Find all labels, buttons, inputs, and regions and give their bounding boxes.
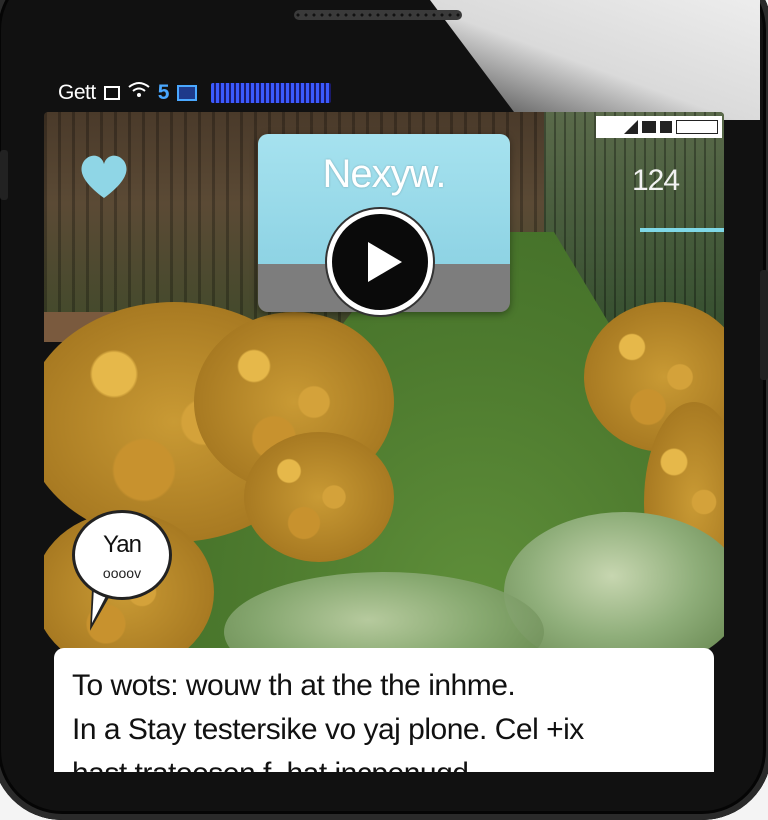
grid-icon bbox=[660, 121, 672, 133]
play-icon bbox=[368, 242, 402, 282]
network-indicator: 5 bbox=[157, 81, 170, 104]
message-line: hast tratoesen f. hat incpenuqd bbox=[72, 752, 696, 772]
battery-icon bbox=[676, 120, 718, 134]
video-title: Nexyw. bbox=[322, 152, 447, 196]
battery-icon bbox=[176, 85, 197, 101]
yellow-bush bbox=[244, 432, 394, 562]
speech-bubble[interactable]: Yan oooov bbox=[72, 510, 172, 600]
counter-label: 124 bbox=[632, 164, 680, 197]
power-button[interactable] bbox=[760, 270, 768, 380]
progress-line bbox=[640, 228, 724, 232]
speech-subtext: oooov bbox=[102, 565, 142, 581]
signal-strength-bars bbox=[210, 83, 331, 103]
message-card[interactable]: To wots: wouw th at the the inhme. In a … bbox=[54, 648, 714, 772]
speech-name: Yan bbox=[103, 531, 142, 558]
signal-icon bbox=[103, 86, 120, 100]
play-button[interactable] bbox=[332, 214, 428, 310]
screen-icon bbox=[642, 121, 656, 133]
speaker-grille bbox=[294, 10, 462, 20]
message-line: To wots: wouw th at the the inhme. bbox=[72, 669, 516, 702]
message-line: In a Stay testersike vo yaj plone. Cel +… bbox=[72, 713, 584, 746]
top-right-status bbox=[596, 116, 722, 138]
wifi-icon bbox=[128, 81, 150, 105]
status-bar: Gett 5 bbox=[58, 78, 408, 108]
signal-icon bbox=[624, 120, 638, 134]
volume-button[interactable] bbox=[0, 150, 8, 200]
carrier-label: Gett bbox=[58, 81, 96, 104]
app-screen: Nexyw. 124 Yan oooov To wots: wouw th at… bbox=[44, 112, 724, 772]
